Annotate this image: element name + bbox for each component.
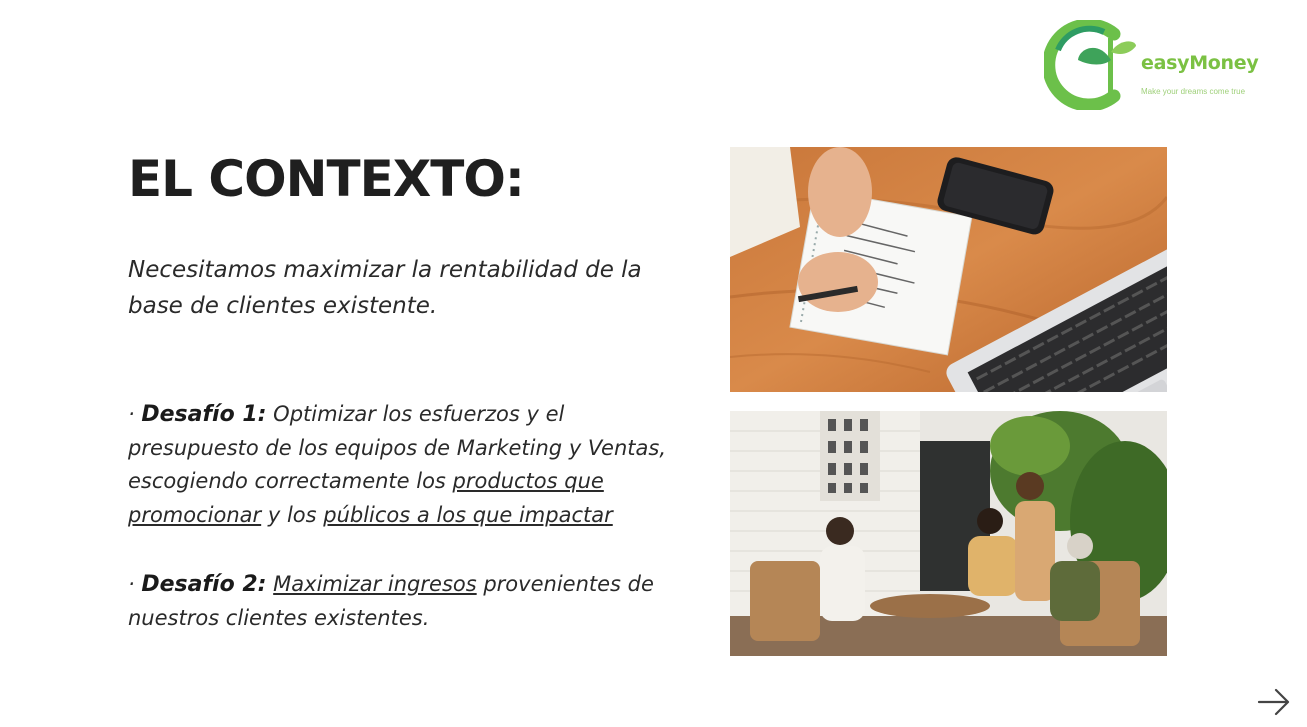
brand-tagline: Make your dreams come true [1141, 87, 1246, 96]
brand-logo: easyMoney Make your dreams come true [1044, 20, 1274, 110]
desk-photo [730, 147, 1167, 392]
arrow-right-icon[interactable] [1256, 684, 1292, 720]
challenge-2-revenue-link: Maximizar ingresos [273, 572, 477, 596]
sprout-logo-icon [1044, 20, 1136, 110]
bullet: · [128, 402, 142, 426]
meeting-photo [730, 411, 1167, 656]
bullet: · [128, 572, 142, 596]
challenge-2-label: Desafío 2: [141, 572, 267, 597]
challenge-1-label: Desafío 1: [141, 402, 267, 427]
challenge-1: · Desafío 1: Optimizar los esfuerzos y e… [128, 398, 688, 532]
challenge-1-audiences-link: públicos a los que impactar [323, 502, 613, 527]
brand-name: easyMoney [1141, 52, 1259, 74]
challenge-1-text-2: y los [261, 502, 324, 527]
slide-title: EL CONTEXTO: [128, 150, 525, 208]
challenge-2: · Desafío 2: Maximizar ingresos provenie… [128, 568, 688, 635]
intro-text: Necesitamos maximizar la rentabilidad de… [128, 257, 642, 319]
